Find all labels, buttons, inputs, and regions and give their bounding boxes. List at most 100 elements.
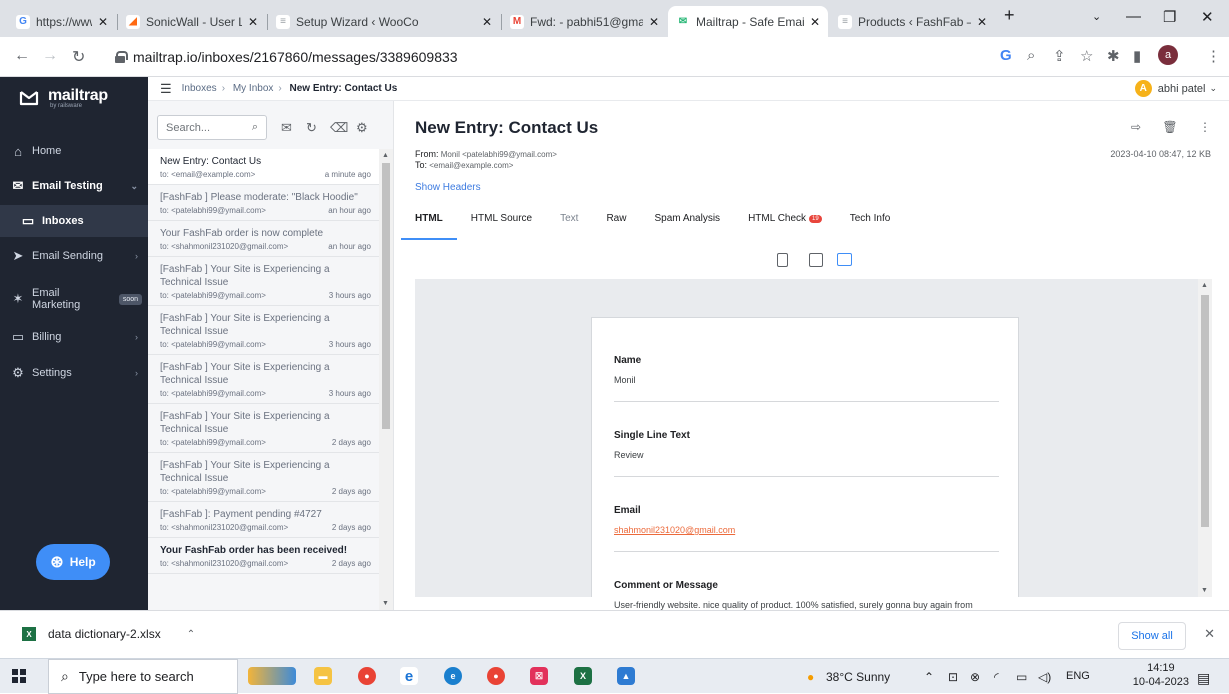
forward-icon[interactable]: → — [42, 47, 58, 65]
share-icon[interactable]: ⇪ — [1053, 47, 1066, 65]
scroll-up-icon[interactable]: ▲ — [1201, 282, 1208, 289]
close-tab-icon[interactable]: ✕ — [248, 15, 258, 29]
windows-start-icon[interactable] — [12, 669, 26, 683]
profile-avatar[interactable]: a — [1158, 45, 1178, 65]
new-tab-icon[interactable]: + — [1004, 5, 1015, 26]
list-scrollbar[interactable]: ▲ ▼ — [379, 149, 393, 610]
download-item[interactable]: X data dictionary-2.xlsx ⌃ — [22, 627, 195, 641]
hamburger-icon[interactable]: ☰ — [160, 81, 172, 97]
preview-scrollbar[interactable]: ▲ ▼ — [1198, 279, 1212, 597]
reload-icon[interactable]: ↻ — [72, 47, 85, 67]
tab-raw[interactable]: Raw — [606, 213, 626, 232]
list-item[interactable]: [FashFab ] Your Site is Experiencing a T… — [148, 404, 380, 453]
chrome-icon[interactable]: ● — [358, 667, 376, 685]
clear-inbox-icon[interactable]: ⌫ — [330, 120, 348, 136]
tab-html-check[interactable]: HTML Check 19 — [748, 213, 822, 232]
tab-search-chevron-icon[interactable]: ⌄ — [1092, 10, 1101, 23]
close-tab-icon[interactable]: ✕ — [649, 15, 659, 29]
sidebar-item-email-marketing[interactable]: ✶ Email Marketing soon — [0, 282, 148, 316]
photos-icon[interactable]: ▲ — [617, 667, 635, 685]
browser-tab[interactable]: ◢ SonicWall - User Login ✕ — [118, 6, 266, 37]
refresh-icon[interactable]: ↻ — [306, 120, 317, 136]
weather-text[interactable]: 38°C Sunny — [826, 670, 890, 684]
chevron-up-icon[interactable]: ⌃ — [187, 629, 195, 640]
tray-app-icon[interactable]: ⊡ — [948, 670, 958, 684]
mark-read-icon[interactable]: ✉ — [281, 120, 292, 136]
browser-tab[interactable]: G https://www.google.co ✕ — [8, 6, 116, 37]
close-tab-icon[interactable]: ✕ — [810, 15, 820, 29]
breadcrumb-my-inbox[interactable]: My Inbox — [233, 83, 274, 94]
tab-text[interactable]: Text — [560, 213, 578, 232]
forward-icon[interactable]: ⇨ — [1131, 120, 1141, 134]
close-window-icon[interactable]: ✕ — [1201, 8, 1214, 26]
trash-icon[interactable]: 🗑 — [1162, 120, 1177, 134]
google-translate-icon[interactable]: G — [1000, 47, 1012, 64]
mailtrap-logo[interactable]: mailtrap by railsware — [18, 87, 108, 109]
extensions-icon[interactable]: ✱ — [1107, 47, 1120, 65]
list-item[interactable]: [FashFab ] Your Site is Experiencing a T… — [148, 257, 380, 306]
wifi-icon[interactable]: ◜ — [994, 670, 999, 684]
restore-icon[interactable]: ❐ — [1163, 8, 1176, 26]
close-downloads-icon[interactable]: ✕ — [1204, 626, 1215, 642]
close-tab-icon[interactable]: ✕ — [482, 15, 492, 29]
clock[interactable]: 14:19 10-04-2023 — [1133, 661, 1189, 689]
tab-html[interactable]: HTML — [401, 213, 457, 240]
list-item[interactable]: New Entry: Contact Us to: <email@example… — [148, 149, 380, 185]
bookmark-star-icon[interactable]: ☆ — [1080, 47, 1093, 65]
list-item[interactable]: Your FashFab order has been received! to… — [148, 538, 380, 574]
desktop-view-icon[interactable] — [837, 253, 852, 266]
user-menu[interactable]: A abhi patel ⌄ — [1134, 80, 1217, 97]
breadcrumb-inboxes[interactable]: Inboxes — [182, 83, 217, 94]
list-item[interactable]: [FashFab ] Please moderate: "Black Hoodi… — [148, 185, 380, 221]
email-link[interactable]: shahmonil231020@gmail.com — [614, 523, 999, 537]
scroll-up-icon[interactable]: ▲ — [382, 152, 389, 159]
sidebar-item-inboxes[interactable]: ▭ Inboxes — [0, 205, 148, 237]
settings-icon[interactable]: ⚙ — [356, 120, 368, 136]
mobile-view-icon[interactable] — [777, 253, 788, 267]
side-panel-icon[interactable]: ▮ — [1133, 47, 1141, 65]
sidebar-item-billing[interactable]: ▭ Billing › — [0, 321, 148, 353]
excel-icon[interactable]: X — [574, 667, 592, 685]
list-item[interactable]: [FashFab ]: Payment pending #4727 to: <s… — [148, 502, 380, 538]
notifications-icon[interactable]: ▤ — [1197, 670, 1210, 687]
show-headers-link[interactable]: Show Headers — [415, 182, 481, 193]
list-item[interactable]: [FashFab ] Your Site is Experiencing a T… — [148, 306, 380, 355]
sidebar-item-email-testing[interactable]: ✉ Email Testing ⌄ — [0, 170, 148, 202]
back-icon[interactable]: ← — [14, 47, 30, 65]
close-tab-icon[interactable]: ✕ — [98, 15, 108, 29]
internet-explorer-icon[interactable]: e — [400, 667, 418, 685]
list-item[interactable]: Your FashFab order is now complete to: <… — [148, 221, 380, 257]
scrollbar-thumb[interactable] — [1201, 295, 1209, 527]
sidebar-item-home[interactable]: ⌂ Home — [0, 135, 148, 167]
list-item[interactable]: [FashFab ] Your Site is Experiencing a T… — [148, 453, 380, 502]
browser-tab[interactable]: M Fwd: - pabhi51@gmai ✕ — [502, 6, 667, 37]
taskbar-search[interactable]: ⌕ Type here to search — [48, 659, 238, 694]
tab-tech-info[interactable]: Tech Info — [850, 213, 891, 232]
scroll-down-icon[interactable]: ▼ — [382, 600, 389, 607]
tablet-view-icon[interactable] — [809, 253, 823, 267]
zoom-icon[interactable]: ⌕ — [1027, 47, 1035, 64]
menu-kebab-icon[interactable]: ⋮ — [1206, 47, 1221, 65]
volume-icon[interactable]: ◁) — [1038, 670, 1051, 684]
list-item[interactable]: [FashFab ] Your Site is Experiencing a T… — [148, 355, 380, 404]
sidebar-item-settings[interactable]: ⚙ Settings › — [0, 357, 148, 389]
browser-tab[interactable]: ≡ Setup Wizard ‹ WooCo ✕ — [268, 6, 500, 37]
minimize-icon[interactable]: — — [1126, 8, 1141, 25]
show-all-button[interactable]: Show all — [1118, 622, 1186, 650]
more-options-icon[interactable]: ⋮ — [1199, 120, 1211, 134]
close-tab-icon[interactable]: ✕ — [977, 15, 987, 29]
sidebar-item-email-sending[interactable]: ➤ Email Sending › — [0, 240, 148, 272]
tray-sync-icon[interactable]: ⊗ — [970, 670, 980, 684]
show-hidden-icons-icon[interactable]: ⌃ — [924, 670, 934, 684]
battery-icon[interactable]: ▭ — [1016, 670, 1027, 684]
tab-html-source[interactable]: HTML Source — [471, 213, 532, 232]
browser-tab[interactable]: ≡ Products ‹ FashFab — ✕ — [830, 6, 995, 37]
xampp-icon[interactable]: ☒ — [530, 667, 548, 685]
address-bar[interactable]: mailtrap.io/inboxes/2167860/messages/338… — [105, 43, 985, 71]
file-explorer-icon[interactable]: ▬ — [314, 667, 332, 685]
search-input[interactable]: Search... ⌕ — [157, 115, 267, 140]
help-button[interactable]: ⊛ Help — [36, 544, 110, 580]
scroll-down-icon[interactable]: ▼ — [1201, 587, 1208, 594]
language-indicator[interactable]: ENG — [1066, 670, 1090, 682]
chrome-icon[interactable]: ● — [487, 667, 505, 685]
